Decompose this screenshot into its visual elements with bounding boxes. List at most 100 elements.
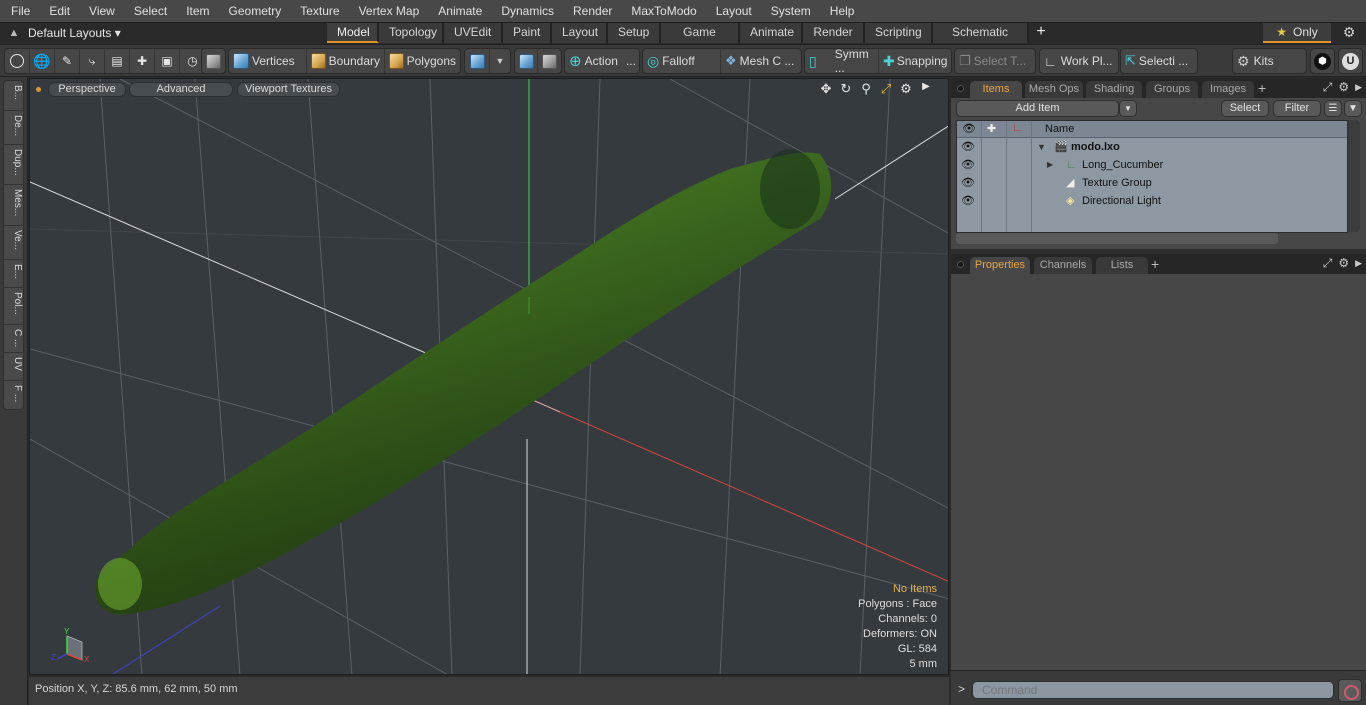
kits-button[interactable]: ⚙ Kits: [1233, 49, 1306, 73]
tab-groups[interactable]: Groups: [1146, 81, 1198, 98]
material-mode-button[interactable]: [465, 49, 490, 73]
tab-model[interactable]: Model: [327, 23, 379, 43]
symmetry-button[interactable]: ▯ Symm ...: [805, 47, 879, 75]
only-button[interactable]: ★ Only: [1263, 23, 1331, 43]
tab-images[interactable]: Images: [1202, 81, 1254, 98]
tree-row-texture-group[interactable]: 👁 ◢ Texture Group: [957, 174, 1347, 192]
cross-button[interactable]: ✚: [130, 49, 155, 73]
ring-button[interactable]: ▣: [155, 49, 180, 73]
tree-row-mesh[interactable]: 👁 ▶ ∟ Long_Cucumber: [957, 156, 1347, 174]
selection-sets-button[interactable]: ⇱ Selecti ...: [1121, 49, 1197, 73]
menu-system[interactable]: System: [760, 0, 819, 22]
menu-view[interactable]: View: [78, 0, 123, 22]
menu-help[interactable]: Help: [819, 0, 863, 22]
add-tab-button[interactable]: +: [1151, 256, 1159, 272]
unity-button[interactable]: ⬢: [1311, 49, 1334, 73]
vtab-polygon[interactable]: Pol...: [4, 288, 23, 325]
gear-icon[interactable]: ⚙: [1340, 24, 1358, 41]
add-item-button[interactable]: Add Item: [956, 100, 1119, 117]
align-button[interactable]: ▤: [105, 49, 130, 73]
menu-item[interactable]: Item: [175, 0, 217, 22]
viewport-textures-button[interactable]: Viewport Textures: [237, 82, 340, 97]
tab-mesh-ops[interactable]: Mesh Ops: [1025, 81, 1083, 98]
tab-paint[interactable]: Paint: [503, 23, 552, 43]
expand-icon[interactable]: ⤢: [1323, 256, 1333, 271]
tab-schematic-fusion[interactable]: Schematic Fusion: [933, 23, 1029, 58]
vtab-deform[interactable]: De...: [4, 111, 23, 145]
tree-horizontal-scrollbar[interactable]: [956, 233, 1278, 244]
vtab-fusion[interactable]: F ...: [4, 381, 23, 409]
add-tab-button[interactable]: +: [1029, 23, 1053, 43]
tab-animate[interactable]: Animate: [740, 23, 803, 43]
select-through-button[interactable]: ❐ Select T...: [955, 49, 1035, 73]
tab-lists[interactable]: Lists: [1096, 257, 1148, 274]
rotate-icon[interactable]: ↻: [838, 81, 854, 97]
tab-setup[interactable]: Setup: [608, 23, 661, 43]
polygons-button[interactable]: Polygons: [385, 49, 460, 73]
pen-button[interactable]: ✎: [55, 49, 80, 73]
menu-texture[interactable]: Texture: [289, 0, 347, 22]
perspective-button[interactable]: Perspective: [48, 82, 126, 97]
work-plane-button[interactable]: ∟ Work Pl...: [1040, 49, 1118, 73]
tab-topology[interactable]: Topology: [379, 23, 444, 43]
mode-dropdown-button[interactable]: ▼: [490, 49, 510, 73]
path-button[interactable]: ⤷: [80, 49, 105, 73]
move-icon[interactable]: ✥: [818, 81, 834, 97]
record-macro-button[interactable]: [1338, 679, 1362, 702]
menu-animate[interactable]: Animate: [427, 0, 490, 22]
add-item-dropdown[interactable]: ▼: [1119, 100, 1137, 117]
tab-channels[interactable]: Channels: [1034, 257, 1092, 274]
menu-vertex-map[interactable]: Vertex Map: [348, 0, 428, 22]
name-column-header[interactable]: Name: [1045, 123, 1074, 135]
filter-button[interactable]: Filter: [1273, 100, 1321, 117]
list-options-button[interactable]: ☰: [1324, 100, 1342, 117]
center-button[interactable]: [515, 49, 539, 73]
menu-layout[interactable]: Layout: [705, 0, 760, 22]
add-tab-button[interactable]: +: [1258, 80, 1266, 96]
3d-viewport[interactable]: Y X Z Perspective Advanced Viewport Text…: [29, 78, 949, 675]
maximize-icon[interactable]: ⤢: [878, 81, 894, 97]
vtab-duplicate[interactable]: Dup...: [4, 145, 23, 185]
menu-maxtomodo[interactable]: MaxToModo: [620, 0, 704, 22]
menu-dynamics[interactable]: Dynamics: [490, 0, 562, 22]
sphere-button[interactable]: 🌐: [30, 49, 55, 73]
snapping-button[interactable]: ✚ Snapping: [879, 49, 951, 73]
tab-layout[interactable]: Layout: [552, 23, 608, 43]
select-button[interactable]: Select: [1221, 100, 1269, 117]
tab-uvedit[interactable]: UVEdit: [444, 23, 503, 43]
falloff-button[interactable]: ◎ Falloff: [643, 49, 721, 73]
tree-vertical-scrollbar[interactable]: [1348, 120, 1360, 232]
panel-dot-icon[interactable]: [957, 261, 964, 268]
layouts-dropdown[interactable]: ▲ Default Layouts ▾: [0, 23, 121, 43]
boundary-button[interactable]: Boundary: [307, 49, 385, 73]
items-mode-button[interactable]: [202, 49, 225, 73]
tab-shading[interactable]: Shading: [1086, 81, 1142, 98]
command-input[interactable]: [972, 681, 1334, 699]
tree-row-light[interactable]: 👁 ◈ Directional Light: [957, 192, 1347, 210]
pivot-button[interactable]: [538, 49, 561, 73]
vtab-uv[interactable]: UV: [4, 353, 23, 381]
eye-icon[interactable]: 👁: [961, 156, 975, 174]
chevron-right-icon[interactable]: ▶: [1355, 80, 1362, 95]
viewport-indicator-dot[interactable]: [36, 87, 41, 92]
tab-game-tools[interactable]: Game Tools: [661, 23, 740, 58]
panel-dot-icon[interactable]: [957, 85, 964, 92]
menu-geometry[interactable]: Geometry: [218, 0, 290, 22]
tree-row-scene[interactable]: 👁 ▼ 🎬 modo.lxo: [957, 138, 1347, 156]
menu-select[interactable]: Select: [123, 0, 175, 22]
gear-icon[interactable]: ⚙: [898, 81, 914, 97]
mesh-constraint-button[interactable]: ❖ Mesh C ...: [721, 49, 801, 73]
zoom-icon[interactable]: ⚲: [858, 81, 874, 97]
tab-properties[interactable]: Properties: [970, 257, 1030, 274]
eye-icon[interactable]: 👁: [961, 174, 975, 192]
vtab-mesh-edit[interactable]: Mes...: [4, 185, 23, 226]
vtab-edge[interactable]: E...: [4, 260, 23, 288]
eye-icon[interactable]: 👁: [961, 192, 975, 210]
vtab-curve[interactable]: C ...: [4, 325, 23, 353]
select-circle-button[interactable]: [5, 49, 30, 73]
gear-icon[interactable]: ⚙: [1338, 256, 1349, 271]
expand-icon[interactable]: ⤢: [1323, 80, 1333, 95]
tab-render[interactable]: Render: [803, 23, 865, 43]
shading-button[interactable]: Advanced: [129, 82, 233, 97]
eye-icon[interactable]: 👁: [961, 138, 975, 156]
